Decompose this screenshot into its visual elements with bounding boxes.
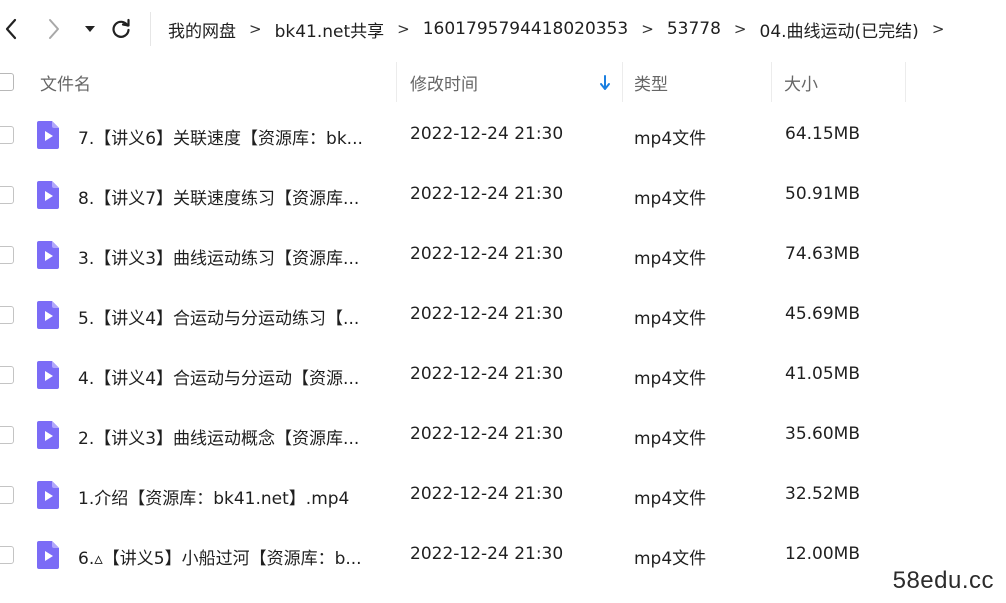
row-checkbox[interactable] <box>0 186 14 204</box>
video-file-icon <box>37 541 59 569</box>
column-divider[interactable] <box>771 62 772 102</box>
file-row[interactable]: 2.【讲义3】曲线运动概念【资源库... 2022-12-24 21:30 mp… <box>0 406 1006 466</box>
refresh-icon <box>112 18 130 38</box>
file-modified-time: 2022-12-24 21:30 <box>410 184 564 204</box>
file-row[interactable]: 6.▵【讲义5】小船过河【资源库：b... 2022-12-24 21:30 m… <box>0 526 1006 586</box>
row-checkbox[interactable] <box>0 126 14 144</box>
breadcrumb-item-current[interactable]: 04.曲线运动(已完结) <box>760 17 919 42</box>
forward-button[interactable] <box>40 14 68 44</box>
column-header-size[interactable]: 大小 <box>784 70 818 95</box>
row-checkbox[interactable] <box>0 366 14 384</box>
file-row[interactable]: 7.【讲义6】关联速度【资源库：bk... 2022-12-24 21:30 m… <box>0 106 1006 166</box>
file-size: 45.69MB <box>785 304 860 324</box>
video-file-icon <box>37 481 59 509</box>
file-name[interactable]: 7.【讲义6】关联速度【资源库：bk... <box>78 124 363 149</box>
column-header-row: 文件名 修改时间 类型 大小 <box>0 58 1006 106</box>
video-file-icon <box>37 421 59 449</box>
video-file-icon <box>37 241 59 269</box>
row-checkbox[interactable] <box>0 546 14 564</box>
file-modified-time: 2022-12-24 21:30 <box>410 124 564 144</box>
watermark-text: 58edu.cc <box>892 567 994 594</box>
breadcrumb-separator: > <box>397 20 410 38</box>
arrow-down-icon[interactable] <box>598 74 612 92</box>
file-name[interactable]: 5.【讲义4】合运动与分运动练习【... <box>78 304 359 329</box>
file-type: mp4文件 <box>634 129 707 149</box>
file-modified-time: 2022-12-24 21:30 <box>410 364 564 384</box>
refresh-button[interactable] <box>108 14 134 44</box>
file-row[interactable]: 5.【讲义4】合运动与分运动练习【... 2022-12-24 21:30 mp… <box>0 286 1006 346</box>
column-header-time[interactable]: 修改时间 <box>410 70 478 95</box>
row-checkbox[interactable] <box>0 306 14 324</box>
breadcrumb-item[interactable]: 我的网盘 <box>168 17 236 42</box>
file-row[interactable]: 8.【讲义7】关联速度练习【资源库... 2022-12-24 21:30 mp… <box>0 166 1006 226</box>
file-type: mp4文件 <box>634 429 707 449</box>
breadcrumb-item[interactable]: 1601795794418020353 <box>423 19 629 39</box>
file-size: 35.60MB <box>785 424 860 444</box>
history-dropdown-button[interactable] <box>80 14 100 44</box>
breadcrumb-separator: > <box>931 20 945 38</box>
column-divider[interactable] <box>905 62 906 102</box>
video-file-icon <box>37 361 59 389</box>
file-modified-time: 2022-12-24 21:30 <box>410 304 564 324</box>
breadcrumb-item[interactable]: 53778 <box>667 19 721 39</box>
file-type: mp4文件 <box>634 189 707 209</box>
row-checkbox[interactable] <box>0 486 14 504</box>
file-type: mp4文件 <box>634 249 707 269</box>
chevron-right-icon <box>49 19 59 39</box>
back-button[interactable] <box>0 14 22 44</box>
file-modified-time: 2022-12-24 21:30 <box>410 484 564 504</box>
file-size: 12.00MB <box>785 544 860 564</box>
file-type: mp4文件 <box>634 309 707 329</box>
file-row[interactable]: 4.【讲义4】合运动与分运动【资源... 2022-12-24 21:30 mp… <box>0 346 1006 406</box>
file-type: mp4文件 <box>634 489 707 509</box>
breadcrumb: 我的网盘 > bk41.net共享 > 1601795794418020353 … <box>168 14 957 44</box>
breadcrumb-separator: > <box>733 20 747 38</box>
file-row[interactable]: 3.【讲义3】曲线运动练习【资源库... 2022-12-24 21:30 mp… <box>0 226 1006 286</box>
breadcrumb-item[interactable]: bk41.net共享 <box>275 17 385 42</box>
file-name[interactable]: 2.【讲义3】曲线运动概念【资源库... <box>78 424 359 449</box>
row-checkbox[interactable] <box>0 246 14 264</box>
file-size: 32.52MB <box>785 484 860 504</box>
nav-divider <box>150 12 151 46</box>
file-type: mp4文件 <box>634 369 707 389</box>
video-file-icon <box>37 181 59 209</box>
column-divider[interactable] <box>622 62 623 102</box>
file-size: 74.63MB <box>785 244 860 264</box>
breadcrumb-separator: > <box>641 20 654 38</box>
file-name[interactable]: 8.【讲义7】关联速度练习【资源库... <box>78 184 359 209</box>
file-size: 64.15MB <box>785 124 860 144</box>
select-all-checkbox[interactable] <box>0 73 14 91</box>
file-row[interactable]: 1.介绍【资源库：bk41.net】.mp4 2022-12-24 21:30 … <box>0 466 1006 526</box>
row-checkbox[interactable] <box>0 426 14 444</box>
file-name[interactable]: 3.【讲义3】曲线运动练习【资源库... <box>78 244 359 269</box>
file-size: 41.05MB <box>785 364 860 384</box>
breadcrumb-separator: > <box>249 20 262 38</box>
video-file-icon <box>37 121 59 149</box>
video-file-icon <box>37 301 59 329</box>
caret-down-icon <box>85 26 95 32</box>
file-type: mp4文件 <box>634 549 707 569</box>
file-modified-time: 2022-12-24 21:30 <box>410 244 564 264</box>
file-modified-time: 2022-12-24 21:30 <box>410 544 564 564</box>
file-size: 50.91MB <box>785 184 860 204</box>
navigation-bar: 我的网盘 > bk41.net共享 > 1601795794418020353 … <box>0 0 1006 58</box>
column-header-name[interactable]: 文件名 <box>40 70 91 95</box>
file-name[interactable]: 4.【讲义4】合运动与分运动【资源... <box>78 364 359 389</box>
file-name[interactable]: 1.介绍【资源库：bk41.net】.mp4 <box>78 484 349 509</box>
file-modified-time: 2022-12-24 21:30 <box>410 424 564 444</box>
column-header-type[interactable]: 类型 <box>634 70 668 95</box>
chevron-left-icon <box>5 18 17 40</box>
column-divider[interactable] <box>396 62 397 102</box>
file-name[interactable]: 6.▵【讲义5】小船过河【资源库：b... <box>78 544 362 569</box>
